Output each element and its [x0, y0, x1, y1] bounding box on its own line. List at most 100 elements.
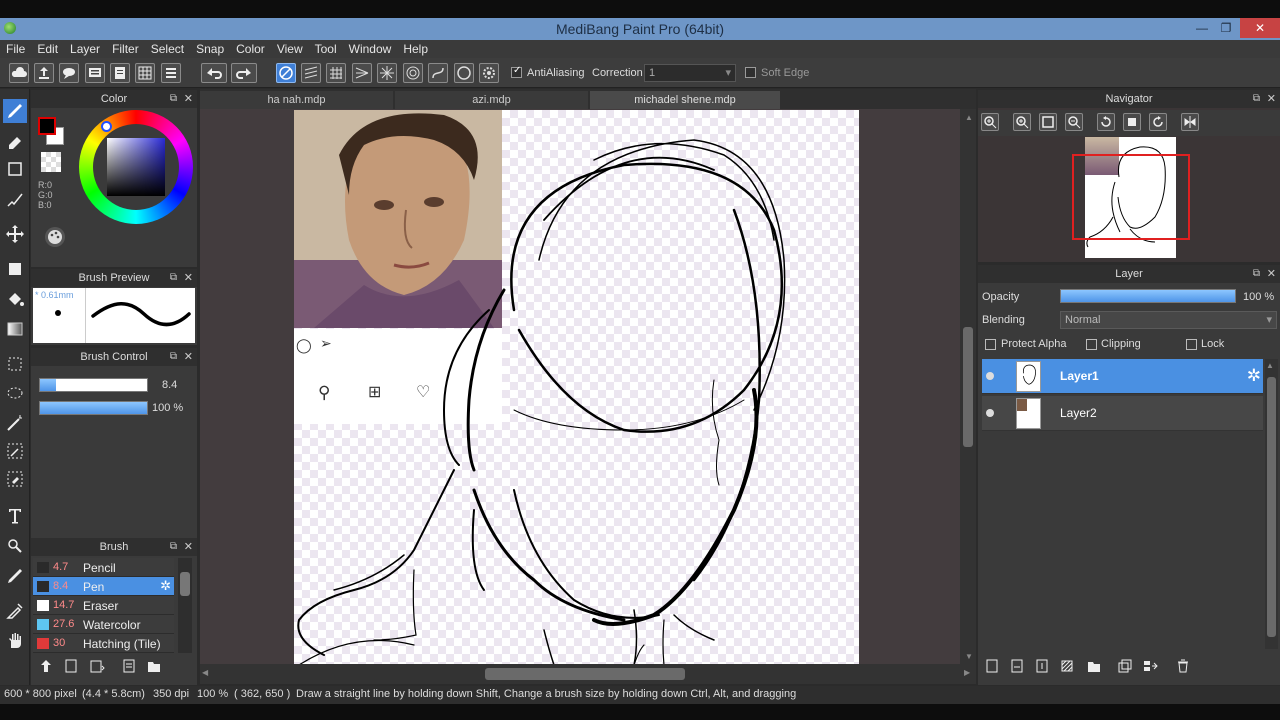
close-icon[interactable]: ✕: [1267, 90, 1276, 108]
fill-rectangle-icon[interactable]: [3, 257, 27, 281]
menu-edit[interactable]: Edit: [31, 40, 64, 56]
menu-tool[interactable]: Tool: [309, 40, 343, 56]
menu-filter[interactable]: Filter: [106, 40, 145, 56]
brush-list-scrollbar[interactable]: [178, 558, 192, 653]
detach-icon[interactable]: ⧉: [170, 90, 177, 108]
new-8bit-layer-icon[interactable]: [1034, 658, 1052, 676]
brush-item[interactable]: 14.7 Eraser: [33, 596, 174, 615]
maximize-button[interactable]: ❐: [1212, 18, 1240, 38]
merge-layer-icon[interactable]: [1142, 658, 1160, 676]
text-tool-icon[interactable]: [3, 504, 27, 528]
brush-item[interactable]: 30 Hatching (Tile): [33, 634, 174, 653]
blending-select[interactable]: Normal ▾: [1060, 311, 1277, 329]
tab-michadel-shene[interactable]: michadel shene.mdp: [590, 91, 780, 109]
new-halftone-layer-icon[interactable]: [1009, 658, 1027, 676]
brush-tool-icon[interactable]: [3, 99, 27, 123]
menu-help[interactable]: Help: [397, 40, 434, 56]
magic-wand-icon[interactable]: [3, 411, 27, 435]
parallel-snap-icon[interactable]: [301, 63, 321, 83]
close-icon[interactable]: ✕: [184, 90, 193, 108]
drawing-canvas[interactable]: ◯ ➢ ⚲ ⊞ ♡: [294, 110, 859, 664]
detach-icon[interactable]: ⧉: [170, 348, 177, 366]
menu-select[interactable]: Select: [145, 40, 190, 56]
detach-icon[interactable]: ⧉: [1253, 90, 1260, 108]
bucket-tool-icon[interactable]: [3, 287, 27, 311]
snap-off-icon[interactable]: [276, 63, 296, 83]
zoom-in-icon[interactable]: [981, 113, 999, 131]
rotate-left-icon[interactable]: [1097, 113, 1115, 131]
navigator-view-rect[interactable]: [1072, 154, 1190, 240]
redo-icon[interactable]: [231, 63, 257, 83]
detach-icon[interactable]: ⧉: [170, 269, 177, 287]
layer-row[interactable]: Layer1 ✲: [982, 359, 1263, 394]
canvas-vertical-scrollbar[interactable]: ▲ ▼: [960, 109, 976, 664]
duplicate-layer-icon[interactable]: [1117, 658, 1135, 676]
vanishing-point-snap-icon[interactable]: [352, 63, 372, 83]
curve-snap-icon[interactable]: [428, 63, 448, 83]
detach-icon[interactable]: ⧉: [170, 538, 177, 556]
menu-snap[interactable]: Snap: [190, 40, 230, 56]
layer-row[interactable]: Layer2: [982, 396, 1263, 431]
correction-select[interactable]: 1 ▾: [644, 64, 736, 82]
layer-list-scrollbar[interactable]: ▲: [1265, 359, 1278, 649]
new-brush-icon[interactable]: [63, 658, 81, 676]
visibility-icon[interactable]: [986, 409, 994, 417]
eyedropper-icon[interactable]: [3, 599, 27, 623]
visibility-icon[interactable]: [986, 372, 994, 380]
transparent-swatch[interactable]: [41, 152, 61, 172]
canvas-horizontal-scrollbar[interactable]: ◀ ▶: [200, 664, 976, 684]
lock-checkbox[interactable]: [1186, 339, 1197, 350]
canvas-viewport[interactable]: ◯ ➢ ⚲ ⊞ ♡: [200, 109, 960, 664]
delete-layer-icon[interactable]: [1175, 658, 1193, 676]
select-tool-icon[interactable]: [3, 352, 27, 376]
move-tool-icon[interactable]: [3, 222, 27, 246]
palette-icon[interactable]: [45, 227, 65, 247]
brush-opacity-slider[interactable]: [39, 401, 148, 415]
radial-snap-icon[interactable]: [377, 63, 397, 83]
horizontal-scroll-thumb[interactable]: [485, 668, 685, 680]
hue-marker[interactable]: [101, 121, 112, 132]
blur-tool-icon[interactable]: [3, 187, 27, 211]
scroll-up-arrow[interactable]: ▲: [1266, 361, 1274, 370]
eraser-tool-icon[interactable]: [3, 129, 27, 153]
dot-tool-icon[interactable]: [3, 157, 27, 181]
antialiasing-checkbox[interactable]: [511, 65, 522, 78]
menu-window[interactable]: Window: [343, 40, 398, 56]
concentric-snap-icon[interactable]: [403, 63, 423, 83]
crisscross-snap-icon[interactable]: [326, 63, 346, 83]
upload-icon[interactable]: [34, 63, 54, 83]
circle-snap-icon[interactable]: [454, 63, 474, 83]
protect-alpha-checkbox[interactable]: [985, 339, 996, 350]
close-button[interactable]: ✕: [1240, 18, 1280, 38]
select-pen-icon[interactable]: [3, 439, 27, 463]
list-icon[interactable]: [161, 63, 181, 83]
operation-tool-icon[interactable]: [3, 534, 27, 558]
close-icon[interactable]: ✕: [184, 538, 193, 556]
gear-icon[interactable]: ✲: [1247, 366, 1261, 386]
zoom-out-icon[interactable]: [1065, 113, 1083, 131]
detach-icon[interactable]: ⧉: [1253, 265, 1260, 283]
grid-page-icon[interactable]: [135, 63, 155, 83]
brush-settings-icon[interactable]: [89, 658, 107, 676]
gradient-tool-icon[interactable]: [3, 317, 27, 341]
fit-window-icon[interactable]: [1039, 113, 1057, 131]
tone-layer-icon[interactable]: [1059, 658, 1077, 676]
primary-color-swatch[interactable]: [38, 117, 56, 135]
select-eraser-icon[interactable]: [3, 467, 27, 491]
close-icon[interactable]: ✕: [184, 348, 193, 366]
close-icon[interactable]: ✕: [1267, 265, 1276, 283]
clipping-checkbox[interactable]: [1086, 339, 1097, 350]
layer-folder-icon[interactable]: [1086, 658, 1104, 676]
menu-layer[interactable]: Layer: [64, 40, 106, 56]
tab-ha-nah[interactable]: ha nah.mdp: [200, 91, 393, 109]
undo-icon[interactable]: [201, 63, 227, 83]
zoom-in-alt-icon[interactable]: [1013, 113, 1031, 131]
brush-copy-icon[interactable]: [121, 658, 139, 676]
hand-tool-icon[interactable]: [3, 629, 27, 653]
menu-file[interactable]: File: [0, 40, 31, 56]
saturation-value-square[interactable]: [107, 138, 165, 196]
soft-edge-checkbox[interactable]: [745, 67, 756, 78]
menu-color[interactable]: Color: [230, 40, 271, 56]
page-icon[interactable]: [110, 63, 130, 83]
rotate-right-icon[interactable]: [1149, 113, 1167, 131]
